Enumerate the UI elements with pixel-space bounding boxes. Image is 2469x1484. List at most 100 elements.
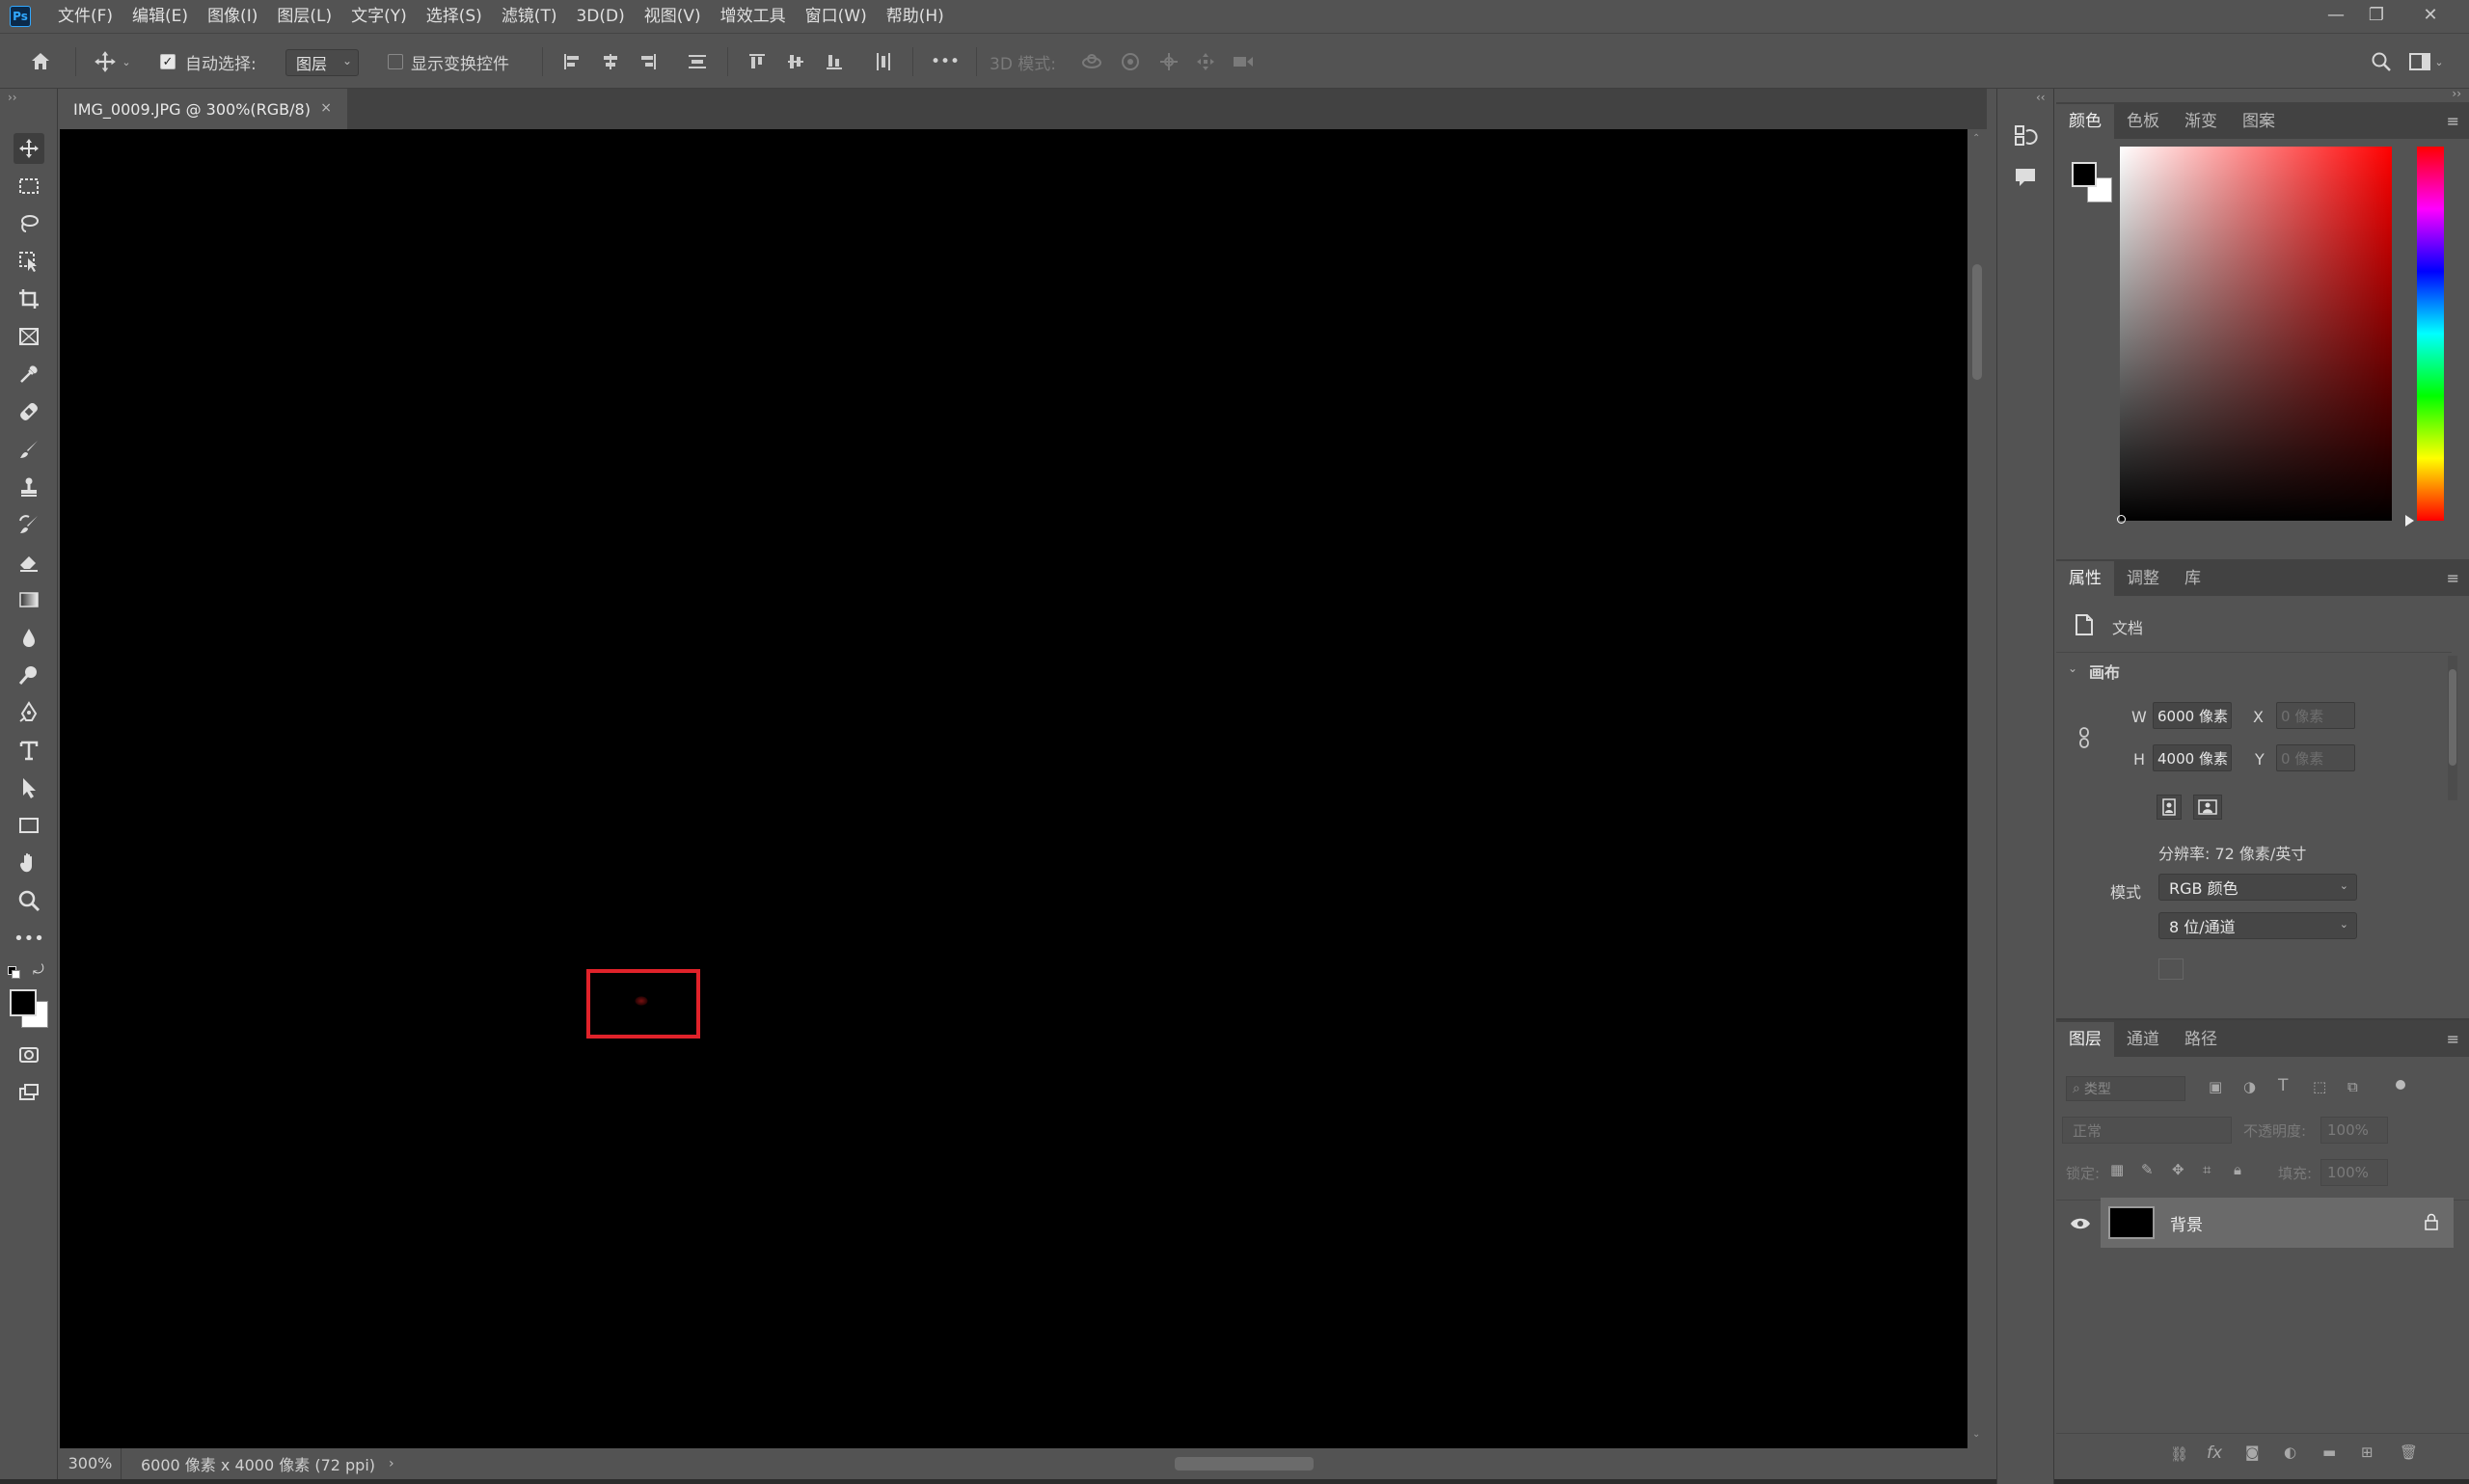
distribute-h-icon[interactable] xyxy=(871,43,896,80)
tab-paths[interactable]: 路径 xyxy=(2172,1022,2230,1057)
filter-smart-object-icon[interactable]: ⧉ xyxy=(2347,1078,2358,1095)
comments-panel-icon[interactable] xyxy=(2013,166,2038,193)
lock-all-icon[interactable]: 🔒︎ xyxy=(2234,1161,2241,1178)
auto-select-target-dropdown[interactable]: 图层 ⌄ xyxy=(285,49,359,76)
color-picker-cursor[interactable] xyxy=(2117,515,2126,524)
menu-select[interactable]: 选择(S) xyxy=(417,0,492,33)
lasso-tool-icon[interactable] xyxy=(14,208,44,239)
link-layers-icon[interactable]: ⛓ xyxy=(2170,1445,2188,1463)
path-selection-tool-icon[interactable] xyxy=(14,772,44,803)
align-right-icon[interactable] xyxy=(636,43,661,80)
hand-tool-icon[interactable] xyxy=(14,848,44,878)
filter-shape-icon[interactable]: ⬚ xyxy=(2313,1078,2326,1095)
move-tool-preset-icon[interactable]: ⌄ xyxy=(85,43,139,80)
clone-stamp-tool-icon[interactable] xyxy=(14,472,44,502)
eraser-tool-icon[interactable] xyxy=(14,547,44,578)
roll-3d-icon[interactable] xyxy=(1117,43,1144,80)
distribute-icon[interactable] xyxy=(685,43,710,80)
align-bottom-icon[interactable] xyxy=(822,43,847,80)
close-window-button[interactable]: ✕ xyxy=(2411,0,2450,29)
document-tab[interactable]: IMG_0009.JPG @ 300%(RGB/8) × xyxy=(60,89,347,129)
brush-tool-icon[interactable] xyxy=(14,434,44,465)
object-selection-tool-icon[interactable] xyxy=(14,246,44,277)
default-colors-icon[interactable] xyxy=(8,966,21,980)
tab-properties[interactable]: 属性 xyxy=(2056,561,2114,596)
expand-panel-icon[interactable]: ‹‹ xyxy=(2036,91,2046,104)
link-proportions-icon[interactable] xyxy=(2077,727,2091,752)
zoom-level[interactable]: 300% xyxy=(60,1448,122,1479)
layer-visibility-eye-icon[interactable] xyxy=(2066,1209,2095,1238)
video-camera-3d-icon[interactable] xyxy=(1229,43,1258,80)
history-brush-tool-icon[interactable] xyxy=(14,509,44,540)
foreground-color-swatch[interactable] xyxy=(10,989,37,1016)
menu-file[interactable]: 文件(F) xyxy=(48,0,122,33)
marquee-tool-icon[interactable] xyxy=(14,171,44,202)
more-options-icon[interactable]: ••• xyxy=(928,43,963,80)
vertical-scrollbar[interactable]: ⌃ ⌄ xyxy=(1967,129,1987,1448)
delete-layer-icon[interactable]: 🗑︎ xyxy=(2400,1444,2418,1461)
canvas-height-field[interactable]: 4000 像素 xyxy=(2153,744,2232,771)
rectangle-tool-icon[interactable] xyxy=(14,810,44,841)
eyedropper-tool-icon[interactable] xyxy=(14,359,44,390)
pen-tool-icon[interactable] xyxy=(14,697,44,728)
hue-slider-handle[interactable] xyxy=(2405,515,2414,526)
color-field[interactable] xyxy=(2117,147,2392,524)
hue-slider[interactable] xyxy=(2417,147,2444,521)
swap-colors-icon[interactable]: ⤾ xyxy=(33,962,44,978)
scroll-up-icon[interactable]: ⌃ xyxy=(1972,133,1980,144)
menu-image[interactable]: 图像(I) xyxy=(198,0,267,33)
move-tool-icon[interactable] xyxy=(14,133,44,164)
menu-help[interactable]: 帮助(H) xyxy=(877,0,954,33)
zoom-tool-icon[interactable] xyxy=(14,885,44,916)
tab-layers[interactable]: 图层 xyxy=(2056,1022,2114,1057)
chevron-down-icon[interactable]: ⌄ xyxy=(2068,661,2077,675)
filter-pixel-icon[interactable]: ▣ xyxy=(2209,1078,2222,1095)
scroll-down-icon[interactable]: ⌄ xyxy=(1972,1429,1980,1440)
menu-type[interactable]: 文字(Y) xyxy=(341,0,417,33)
portrait-orientation-icon[interactable] xyxy=(2157,795,2182,820)
tab-gradients[interactable]: 渐变 xyxy=(2172,104,2230,139)
edit-toolbar-icon[interactable]: ••• xyxy=(14,923,44,954)
frame-tool-icon[interactable] xyxy=(14,321,44,352)
blur-tool-icon[interactable] xyxy=(14,622,44,653)
layer-filter-search[interactable]: ⌕ 类型 xyxy=(2066,1076,2185,1101)
align-left-icon[interactable] xyxy=(559,43,584,80)
menu-window[interactable]: 窗口(W) xyxy=(796,0,877,33)
foreground-swatch[interactable] xyxy=(2072,162,2097,187)
menu-view[interactable]: 视图(V) xyxy=(635,0,711,33)
healing-brush-tool-icon[interactable] xyxy=(14,396,44,427)
horizontal-scrollbar[interactable] xyxy=(407,1448,1969,1479)
status-menu-chevron-icon[interactable]: › xyxy=(389,1456,394,1471)
crop-tool-icon[interactable] xyxy=(14,283,44,314)
type-tool-icon[interactable] xyxy=(14,735,44,766)
align-top-icon[interactable] xyxy=(745,43,770,80)
filter-type-icon[interactable]: T xyxy=(2278,1076,2288,1095)
properties-scrollbar[interactable] xyxy=(2448,656,2457,800)
minimize-button[interactable]: — xyxy=(2317,0,2355,29)
fill-field[interactable]: 100% xyxy=(2320,1159,2388,1186)
panel-menu-icon[interactable]: ≡ xyxy=(2447,1030,2459,1048)
new-group-icon[interactable]: ▬ xyxy=(2322,1444,2336,1461)
auto-select-checkbox[interactable]: ✓ xyxy=(158,43,177,80)
show-transform-checkbox[interactable] xyxy=(386,43,405,80)
add-mask-icon[interactable]: ◙ xyxy=(2245,1444,2260,1461)
tab-patterns[interactable]: 图案 xyxy=(2230,104,2288,139)
horizontal-scroll-thumb[interactable] xyxy=(1175,1457,1314,1471)
tab-channels[interactable]: 通道 xyxy=(2114,1022,2172,1057)
vertical-scroll-thumb[interactable] xyxy=(1972,264,1982,380)
history-panel-icon[interactable] xyxy=(2013,123,2038,152)
panel-menu-icon[interactable]: ≡ xyxy=(2447,569,2459,587)
filter-adjustment-icon[interactable]: ◑ xyxy=(2243,1078,2256,1095)
align-middle-v-icon[interactable] xyxy=(783,43,808,80)
tab-adjustments[interactable]: 调整 xyxy=(2114,561,2172,596)
layer-fx-icon[interactable]: fx xyxy=(2207,1444,2222,1463)
layer-lock-icon[interactable] xyxy=(2425,1213,2438,1234)
search-icon[interactable] xyxy=(2367,43,2396,80)
gradient-tool-icon[interactable] xyxy=(14,584,44,615)
lock-transparency-icon[interactable]: ▦ xyxy=(2110,1161,2124,1178)
collapse-dock-icon[interactable]: ›› xyxy=(2452,87,2461,100)
bit-depth-dropdown[interactable]: 8 位/通道 ⌄ xyxy=(2158,912,2357,939)
landscape-orientation-icon[interactable] xyxy=(2193,795,2222,820)
panel-collapse-icon[interactable]: ›› xyxy=(8,91,17,104)
image-canvas[interactable] xyxy=(60,129,1967,1448)
